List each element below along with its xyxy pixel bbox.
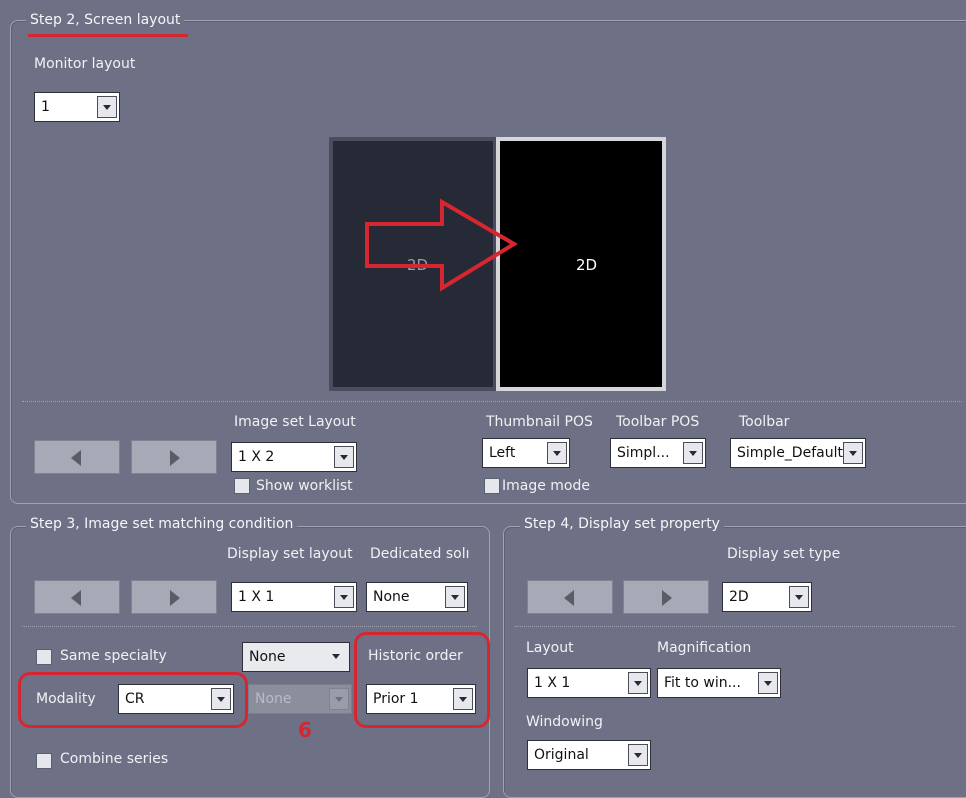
dropdown-arrow-icon[interactable] [789,586,809,608]
dropdown-arrow-icon[interactable] [334,586,354,608]
step2-divider [22,401,962,402]
arrow-right-icon [170,590,180,606]
toolbar-select[interactable]: Simple_Default [730,438,866,468]
combine-series-checkbox[interactable] [36,753,52,769]
historic-order-callout [354,632,490,728]
image-mode-checkbox[interactable] [484,478,500,494]
windowing-value: Original [534,747,589,763]
arrow-left-icon [71,450,81,466]
show-worklist-label: Show worklist [256,478,353,494]
magnification-value: Fit to win... [664,675,741,691]
magnification-select[interactable]: Fit to win... [657,668,781,698]
same-specialty-label: Same specialty [60,648,167,664]
toolbar-label: Toolbar [739,414,790,430]
next-button[interactable] [131,440,217,474]
layout-value: 1 X 1 [534,675,571,691]
modality-callout [18,672,248,728]
dropdown-arrow-icon[interactable] [334,446,354,468]
annotation-number: 6 [298,718,312,742]
show-worklist-checkbox[interactable] [234,478,250,494]
step4-title: Step 4, Display set property [520,516,724,532]
preview-right-label: 2D [576,256,598,274]
thumbnail-pos-label: Thumbnail POS [486,414,593,430]
toolbar-pos-select[interactable]: Simpl... [610,438,706,468]
step4-next-button[interactable] [623,580,709,614]
specialty-value: None [249,649,286,665]
dropdown-arrow-icon[interactable] [327,646,347,668]
step3-title: Step 3, Image set matching condition [26,516,298,532]
dropdown-arrow-icon[interactable] [683,442,703,464]
dropdown-arrow-icon[interactable] [628,672,648,694]
step3-prev-button[interactable] [34,580,120,614]
step4-divider [515,626,955,627]
toolbar-pos-value: Simpl... [617,445,670,461]
image-set-layout-label: Image set Layout [234,414,356,430]
dedicated-label: Dedicated solı [370,546,470,562]
monitor-layout-label: Monitor layout [34,56,136,72]
dropdown-arrow-icon[interactable] [758,672,778,694]
thumbnail-pos-select[interactable]: Left [482,438,570,468]
windowing-select[interactable]: Original [527,740,651,770]
windowing-label: Windowing [526,714,603,730]
secondary-select: None [248,684,352,714]
step3-next-button[interactable] [131,580,217,614]
dropdown-arrow-icon[interactable] [547,442,567,464]
display-set-layout-label: Display set layout [227,546,353,562]
combine-series-label: Combine series [60,751,169,767]
dropdown-arrow-icon[interactable] [843,442,863,464]
image-mode-label: Image mode [502,478,590,494]
thumbnail-pos-value: Left [489,445,516,461]
display-set-layout-value: 1 X 1 [238,589,275,605]
toolbar-pos-label: Toolbar POS [616,414,700,430]
monitor-layout-value: 1 [41,99,50,115]
specialty-select[interactable]: None [242,642,350,672]
toolbar-value: Simple_Default [737,445,843,461]
arrow-left-icon [564,590,574,606]
display-set-type-select[interactable]: 2D [722,582,812,612]
arrow-left-icon [71,590,81,606]
display-set-type-label: Display set type [727,546,841,562]
display-set-layout-select[interactable]: 1 X 1 [231,582,357,612]
monitor-layout-select[interactable]: 1 [34,92,120,122]
step2-title: Step 2, Screen layout [26,12,185,28]
same-specialty-checkbox[interactable] [36,649,52,665]
arrow-right-icon [662,590,672,606]
step2-title-underline [28,34,188,37]
dedicated-select[interactable]: None [366,582,468,612]
dropdown-arrow-icon [329,688,349,710]
dropdown-arrow-icon[interactable] [97,96,117,118]
dropdown-arrow-icon[interactable] [445,586,465,608]
image-set-layout-value: 1 X 2 [238,449,275,465]
dedicated-value: None [373,589,410,605]
layout-select[interactable]: 1 X 1 [527,668,651,698]
step3-divider [22,626,477,627]
annotation-arrow [365,198,518,292]
prev-button[interactable] [34,440,120,474]
step4-prev-button[interactable] [527,580,613,614]
layout-label: Layout [526,640,574,656]
magnification-label: Magnification [657,640,752,656]
image-set-layout-select[interactable]: 1 X 2 [231,442,357,472]
secondary-value: None [255,691,292,707]
dropdown-arrow-icon[interactable] [628,744,648,766]
display-set-type-value: 2D [729,589,749,605]
arrow-right-icon [170,450,180,466]
